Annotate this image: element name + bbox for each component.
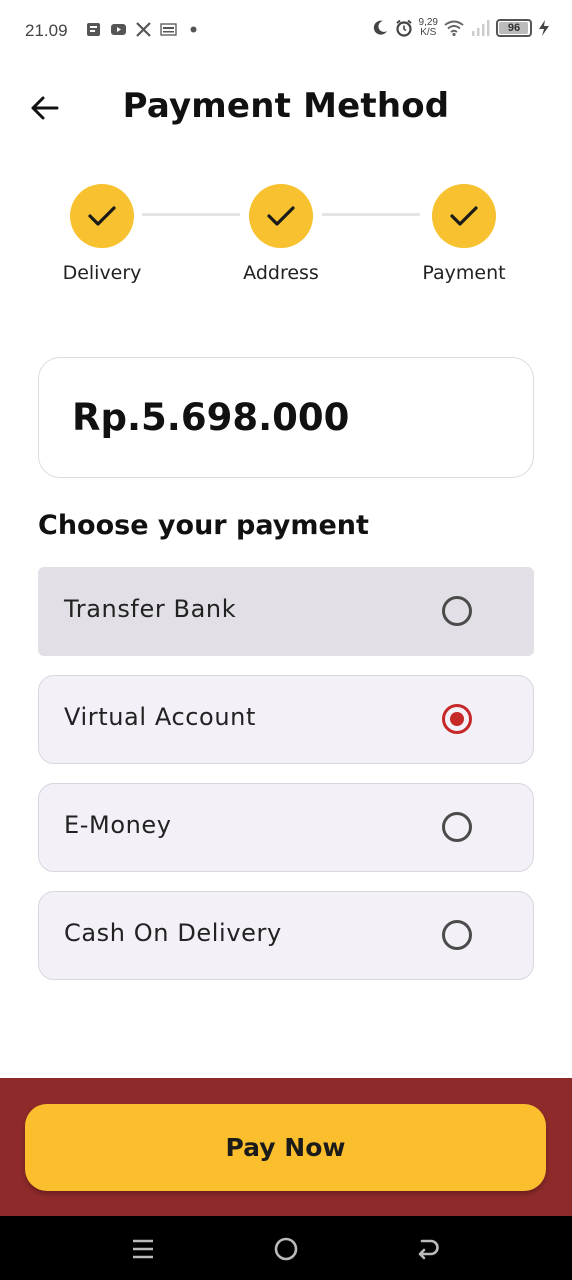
radio-button-selected[interactable] bbox=[442, 704, 472, 734]
step-connector bbox=[142, 213, 240, 216]
option-label: Cash On Delivery bbox=[64, 919, 282, 947]
signal-icon bbox=[472, 20, 490, 36]
step-payment bbox=[432, 184, 496, 248]
option-label: Virtual Account bbox=[64, 703, 256, 731]
moon-icon bbox=[373, 20, 387, 35]
youtube-icon bbox=[111, 24, 126, 35]
payment-option-cash-on-delivery[interactable]: Cash On Delivery bbox=[38, 891, 534, 980]
back-icon[interactable] bbox=[414, 1234, 444, 1264]
speed-unit: K/S bbox=[420, 27, 437, 38]
wifi-icon bbox=[444, 20, 464, 37]
step-label-delivery: Delivery bbox=[62, 262, 142, 284]
network-speed: 9,29 K/S bbox=[419, 18, 438, 38]
status-bar: 21.09 9,29 K/S 96 bbox=[0, 0, 572, 64]
radio-button[interactable] bbox=[442, 920, 472, 950]
menu-icon[interactable] bbox=[128, 1234, 158, 1264]
radio-button[interactable] bbox=[442, 596, 472, 626]
status-time: 21.09 bbox=[25, 21, 68, 40]
check-icon bbox=[450, 206, 478, 226]
payment-heading: Choose your payment bbox=[38, 510, 369, 541]
pay-now-button[interactable]: Pay Now bbox=[25, 1104, 546, 1191]
payment-option-virtual-account[interactable]: Virtual Account bbox=[38, 675, 534, 764]
total-amount-card: Rp.5.698.000 bbox=[38, 357, 534, 478]
step-address bbox=[249, 184, 313, 248]
kuk-icon bbox=[160, 23, 177, 36]
option-label: E-Money bbox=[64, 811, 172, 839]
system-nav-bar bbox=[0, 1216, 572, 1280]
dot-icon bbox=[190, 26, 197, 33]
step-label-address: Address bbox=[243, 262, 319, 284]
alarm-icon bbox=[395, 19, 412, 37]
system-icons: 9,29 K/S 96 bbox=[371, 18, 550, 38]
option-label: Transfer Bank bbox=[64, 595, 237, 623]
total-amount: Rp.5.698.000 bbox=[72, 396, 350, 439]
payment-option-e-money[interactable]: E-Money bbox=[38, 783, 534, 872]
x-icon bbox=[136, 22, 151, 37]
notification-icons bbox=[85, 21, 202, 38]
charging-icon bbox=[539, 20, 549, 36]
check-icon bbox=[88, 206, 116, 226]
check-icon bbox=[267, 206, 295, 226]
step-label-payment: Payment bbox=[422, 262, 506, 284]
step-delivery bbox=[70, 184, 134, 248]
document-icon bbox=[87, 23, 100, 36]
battery-value: 96 bbox=[507, 22, 521, 34]
step-connector bbox=[322, 213, 420, 216]
radio-button[interactable] bbox=[442, 812, 472, 842]
payment-option-transfer-bank[interactable]: Transfer Bank bbox=[38, 567, 534, 656]
battery-icon: 96 bbox=[496, 19, 532, 37]
page-title: Payment Method bbox=[122, 86, 450, 126]
home-icon[interactable] bbox=[271, 1234, 301, 1264]
